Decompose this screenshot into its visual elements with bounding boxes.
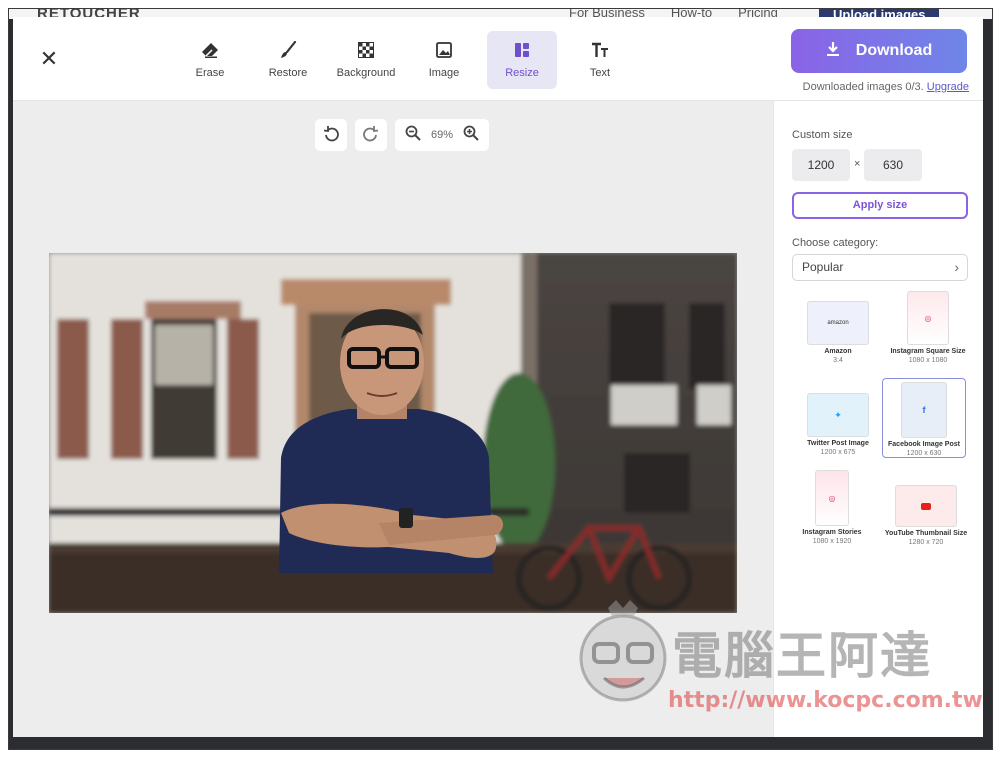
chevron-right-icon: › — [954, 259, 959, 275]
zoom-controls: 69% — [395, 119, 490, 151]
category-dims: 1280 x 720 — [908, 539, 944, 546]
editor-toolbar: ✕ Erase Restore Background Image Resize … — [13, 17, 983, 101]
times-symbol: × — [854, 158, 861, 170]
download-label: Download — [855, 42, 933, 59]
zoom-out-icon[interactable] — [405, 125, 421, 146]
tool-image[interactable]: Image — [409, 31, 479, 89]
instagram-stories-icon: ◎ — [828, 493, 836, 503]
photo-content — [49, 253, 737, 613]
eraser-icon — [200, 41, 220, 59]
tool-background[interactable]: Background — [331, 31, 401, 89]
page: RETOUCHER For Business How-to Pricing Up… — [0, 0, 1000, 758]
youtube-thumb — [895, 485, 957, 527]
category-name: Amazon — [824, 348, 852, 355]
tool-text[interactable]: Text — [565, 31, 635, 89]
tool-text-label: Text — [589, 67, 611, 79]
browser-frame: RETOUCHER For Business How-to Pricing Up… — [8, 8, 993, 750]
category-select[interactable]: Popular › — [792, 254, 968, 281]
redo-icon — [363, 125, 379, 145]
category-instagram-square[interactable]: ◎ Instagram Square Size 1080 x 1080 — [886, 291, 970, 364]
category-name: Instagram Stories — [802, 529, 862, 536]
resize-sidebar: Custom size 1200 × 630 Apply size Choose… — [773, 101, 983, 737]
custom-size-label: Custom size — [792, 129, 853, 141]
canvas-area: 69% — [13, 101, 773, 737]
close-icon[interactable]: ✕ — [37, 47, 61, 71]
amazon-thumb: amazon — [807, 301, 869, 345]
category-name: Instagram Square Size — [890, 348, 966, 355]
instagram-icon: ◎ — [924, 313, 932, 323]
tool-restore[interactable]: Restore — [253, 31, 323, 89]
twitter-thumb: ✦ — [807, 393, 869, 437]
category-dims: 1080 x 1920 — [812, 538, 852, 545]
brush-icon — [278, 41, 298, 59]
category-twitter[interactable]: ✦ Twitter Post Image 1200 x 675 — [796, 393, 880, 456]
zoom-level: 69% — [431, 129, 454, 141]
tool-restore-label: Restore — [268, 67, 308, 79]
apply-size-button[interactable]: Apply size — [792, 192, 968, 219]
facebook-icon: f — [922, 405, 926, 415]
category-name: Twitter Post Image — [807, 440, 869, 447]
category-youtube[interactable]: YouTube Thumbnail Size 1280 x 720 — [884, 485, 968, 546]
undo-button[interactable] — [315, 119, 347, 151]
twitter-icon: ✦ — [834, 409, 842, 420]
download-icon — [826, 41, 840, 62]
category-dims: 1080 x 1080 — [908, 357, 948, 364]
undo-icon — [323, 125, 339, 145]
category-dims: 3:4 — [833, 357, 843, 364]
category-label: Choose category: — [792, 237, 879, 249]
zoom-in-icon[interactable] — [463, 125, 479, 146]
redo-button[interactable] — [355, 119, 387, 151]
editor-modal: ✕ Erase Restore Background Image Resize … — [13, 17, 983, 737]
instagram-thumb: ◎ — [907, 291, 949, 345]
width-input[interactable]: 1200 — [792, 149, 850, 181]
tool-erase-label: Erase — [195, 67, 225, 79]
height-input[interactable]: 630 — [864, 149, 922, 181]
edited-photo[interactable] — [49, 253, 737, 613]
category-value: Popular — [802, 260, 844, 274]
download-count: Downloaded images 0/3. — [802, 81, 924, 93]
category-dims: 1200 x 630 — [906, 450, 942, 457]
tool-tabs: Erase Restore Background Image Resize Te… — [175, 31, 635, 89]
resize-icon — [512, 41, 532, 59]
checkerboard-icon — [356, 41, 376, 59]
category-name: Facebook Image Post — [888, 441, 960, 448]
category-dims: 1200 x 675 — [820, 449, 856, 456]
tool-resize[interactable]: Resize — [487, 31, 557, 89]
canvas-controls: 69% — [315, 119, 490, 151]
category-name: YouTube Thumbnail Size — [884, 530, 968, 537]
bottom-strip — [9, 737, 992, 749]
facebook-thumb: f — [901, 382, 947, 438]
amazon-thumb-text: amazon — [827, 320, 849, 326]
download-button[interactable]: Download — [791, 29, 967, 73]
category-amazon[interactable]: amazon Amazon 3:4 — [796, 301, 880, 364]
category-facebook[interactable]: f Facebook Image Post 1200 x 630 — [882, 378, 966, 458]
tool-image-label: Image — [428, 67, 460, 79]
tool-background-label: Background — [336, 67, 396, 79]
download-info: Downloaded images 0/3. Upgrade — [793, 81, 969, 93]
tool-erase[interactable]: Erase — [175, 31, 245, 89]
upgrade-link[interactable]: Upgrade — [927, 81, 969, 93]
image-icon — [434, 41, 454, 59]
text-icon — [590, 41, 610, 59]
youtube-icon — [921, 502, 931, 510]
tool-resize-label: Resize — [505, 67, 539, 79]
category-instagram-stories[interactable]: ◎ Instagram Stories 1080 x 1920 — [790, 470, 874, 545]
stories-thumb: ◎ — [815, 470, 849, 526]
